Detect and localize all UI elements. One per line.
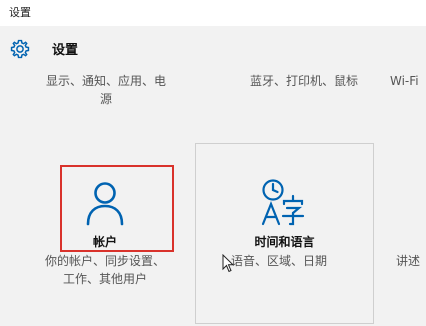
page-title: 设置 (52, 43, 79, 58)
mouse-cursor-icon (222, 254, 234, 273)
time-language-icon[interactable] (259, 178, 311, 228)
system-category-description[interactable]: 显示、通知、应用、电 源 (36, 72, 176, 108)
accounts-category-description[interactable]: 你的帐户、同步设置、 工作、其他用户 (30, 252, 180, 288)
system-desc-line2: 源 (99, 92, 112, 106)
network-category-description[interactable]: Wi-Fi (390, 72, 426, 90)
accounts-category-label[interactable]: 帐户 (60, 233, 150, 250)
time-language-category-label[interactable]: 时间和语言 (195, 233, 374, 250)
time-language-desc-line1: 语音、区域、日期 (231, 254, 328, 268)
devices-category-description[interactable]: 蓝牙、打印机、鼠标 (244, 72, 364, 90)
accounts-desc-line2: 工作、其他用户 (62, 272, 147, 286)
window-title: 设置 (9, 6, 31, 19)
settings-window: 设置 设置 显示、通知、应用、电 源 蓝牙、打印机、鼠标 Wi-Fi 帐户 你的… (0, 0, 426, 326)
settings-header: 设置 (0, 26, 426, 70)
title-bar: 设置 (0, 0, 426, 26)
network-desc-line1: Wi-Fi (390, 74, 419, 88)
ease-desc-line1: 讲述 (396, 254, 421, 268)
system-desc-line1: 显示、通知、应用、电 (45, 74, 166, 88)
gear-icon (10, 39, 30, 59)
accounts-desc-line1: 你的帐户、同步设置、 (44, 254, 165, 268)
time-language-category-description[interactable]: 语音、区域、日期 (231, 252, 351, 270)
devices-desc-line1: 蓝牙、打印机、鼠标 (249, 74, 358, 88)
ease-of-access-category-description[interactable]: 讲述 (396, 252, 426, 270)
person-icon[interactable] (84, 180, 126, 226)
